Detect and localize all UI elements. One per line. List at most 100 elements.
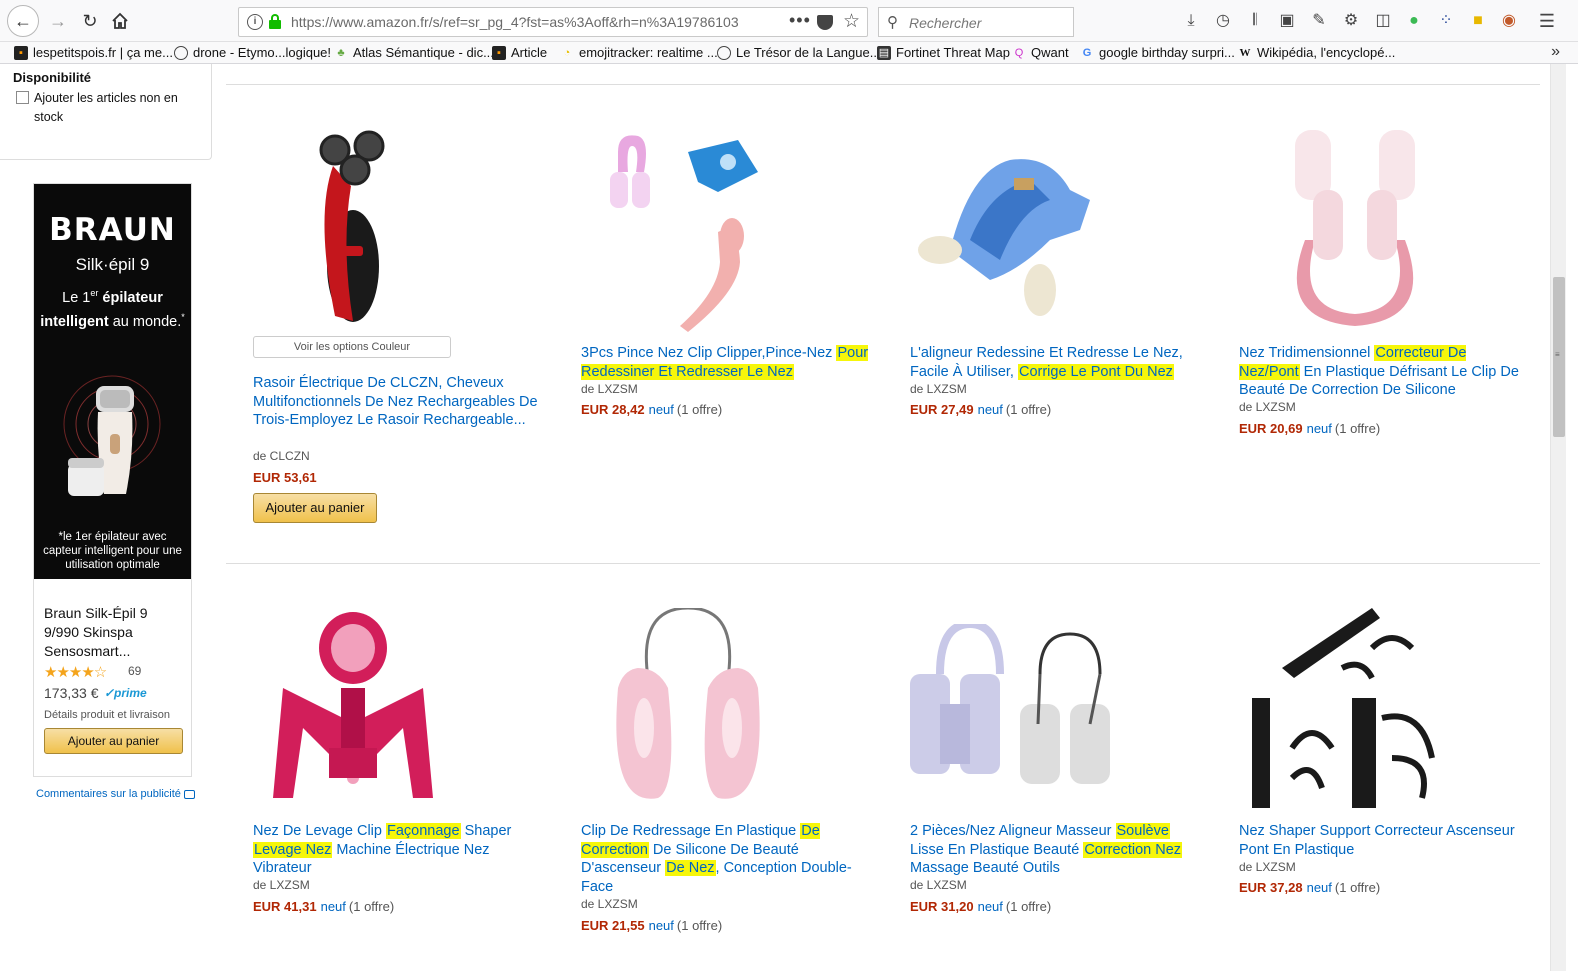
ad-details-link[interactable]: Détails produit et livraison xyxy=(44,709,170,721)
product-title[interactable]: Nez De Levage Clip Façonnage Shaper Leva… xyxy=(253,822,543,878)
product-image-nose-aligner[interactable] xyxy=(910,130,1110,330)
bookmark-item[interactable]: drone - Etymo...logique! xyxy=(174,45,331,60)
product-price-row: EUR 37,28 neuf (1 offre) xyxy=(1239,880,1380,895)
bookmark-favicon-icon: ▪ xyxy=(492,45,506,60)
product-price: EUR 27,49 xyxy=(910,402,974,417)
bookmark-star-icon[interactable]: ☆ xyxy=(843,10,860,33)
reload-button[interactable]: ↻ xyxy=(76,7,104,35)
ad-review-count[interactable]: 69 xyxy=(128,664,141,678)
title-text: Nez De Levage Clip xyxy=(253,823,386,839)
home-button[interactable] xyxy=(106,7,134,35)
bookmark-item[interactable]: Le Trésor de la Langue... xyxy=(717,45,881,60)
forward-button[interactable]: → xyxy=(44,7,72,35)
site-info-icon[interactable]: i xyxy=(247,14,263,30)
bookmark-label: drone - Etymo...logique! xyxy=(193,45,332,60)
highlighted-term: Corrige Le Pont Du Nez xyxy=(1017,363,1174,380)
address-bar[interactable]: i https://www.amazon.fr/s/ref=sr_pg_4?fs… xyxy=(238,7,868,37)
product-brand: de LXZSM xyxy=(910,878,967,892)
highlighted-term: Façonnage xyxy=(386,823,461,839)
product-image-silicone-corrector[interactable] xyxy=(1255,130,1455,330)
eyedropper-icon[interactable]: ✎ xyxy=(1310,12,1328,30)
product-brand: de LXZSM xyxy=(1239,860,1296,874)
condition-link[interactable]: neuf xyxy=(1307,421,1332,436)
product-price-row: EUR 53,61 xyxy=(253,470,317,485)
epilator-image xyxy=(63,375,161,496)
product-title[interactable]: 2 Pièces/Nez Aligneur Masseur Soulève Li… xyxy=(910,822,1200,878)
product-title[interactable]: L'aligneur Redessine Et Redresse Le Nez,… xyxy=(910,344,1200,381)
library-icon[interactable]: 𝄃 xyxy=(1246,12,1264,30)
ad-banner[interactable]: BRAUN Silk·épil 9 Le 1er épilateur intel… xyxy=(34,184,191,579)
product-brand: de LXZSM xyxy=(581,382,638,396)
product-title[interactable]: Nez Tridimensionnel Correcteur De Nez/Po… xyxy=(1239,344,1529,400)
lock-icon[interactable] xyxy=(269,14,281,30)
history-icon[interactable]: ◷ xyxy=(1214,12,1232,30)
out-of-stock-label[interactable]: Ajouter les articles non en stock xyxy=(34,89,194,127)
ad-model-name: Silk·épil 9 xyxy=(75,255,150,274)
availability-heading: Disponibilité xyxy=(13,70,91,85)
back-button[interactable]: ← xyxy=(7,5,39,37)
bookmark-item[interactable]: Q Qwant xyxy=(1012,45,1069,60)
ad-rating-stars[interactable]: ★★★★☆ xyxy=(44,663,107,681)
extension-color-icon[interactable]: ◉ xyxy=(1500,12,1518,30)
download-icon[interactable]: ⤓ xyxy=(1182,12,1200,30)
page-actions-icon[interactable]: ••• xyxy=(789,10,811,31)
bookmark-item[interactable]: ♣ Atlas Sémantique - dic... xyxy=(334,45,494,60)
title-text: Shaper xyxy=(460,823,512,839)
settings-icon[interactable]: ⚙ xyxy=(1342,12,1360,30)
search-bar[interactable]: ⚲ Rechercher xyxy=(878,7,1074,37)
extension-globe-icon[interactable]: ● xyxy=(1405,12,1423,30)
product-price: EUR 21,55 xyxy=(581,918,645,933)
page-scrollbar[interactable]: ≡ xyxy=(1550,64,1566,971)
product-brand: de LXZSM xyxy=(581,897,638,911)
offers-count: (1 offre) xyxy=(676,918,723,933)
reload-icon: ↻ xyxy=(82,10,98,31)
prime-badge: ✓prime xyxy=(104,686,147,700)
add-to-cart-button[interactable]: Ajouter au panier xyxy=(253,493,377,523)
product-image-nose-clips[interactable] xyxy=(588,132,788,332)
url-text[interactable]: https://www.amazon.fr/s/ref=sr_pg_4?fst=… xyxy=(291,14,791,30)
condition-link[interactable]: neuf xyxy=(1307,880,1332,895)
product-image-nose-aligner-set[interactable] xyxy=(910,624,1110,824)
bookmark-item[interactable]: Ggoogle birthday surpri... xyxy=(1080,45,1235,60)
bookmark-favicon-icon: ◔ xyxy=(563,46,571,59)
product-title[interactable]: 3Pcs Pince Nez Clip Clipper,Pince-Nez Po… xyxy=(581,344,871,381)
out-of-stock-checkbox[interactable] xyxy=(16,91,29,104)
sponsored-ad[interactable]: BRAUN Silk·épil 9 Le 1er épilateur intel… xyxy=(33,183,192,777)
sidebar-icon[interactable]: ◫ xyxy=(1374,12,1392,30)
product-image-nose-lifter[interactable] xyxy=(253,608,453,808)
condition-link[interactable]: neuf xyxy=(649,402,674,417)
page-content: Disponibilité Ajouter les articles non e… xyxy=(0,64,1578,971)
ad-price: 173,33 € xyxy=(44,685,99,701)
color-options-button[interactable]: Voir les options Couleur xyxy=(253,336,451,358)
ad-feedback-link[interactable]: Commentaires sur la publicité xyxy=(36,788,195,800)
bookmark-label: Fortinet Threat Map xyxy=(896,45,1010,60)
product-price-row: EUR 28,42 neuf (1 offre) xyxy=(581,402,722,417)
bookmark-item[interactable]: ▪ Article xyxy=(492,45,547,60)
extension-lock-icon[interactable]: ■ xyxy=(1469,12,1487,30)
menu-icon[interactable]: ☰ xyxy=(1538,12,1556,30)
bookmark-item[interactable]: ▤ Fortinet Threat Map xyxy=(877,45,1010,60)
condition-link[interactable]: neuf xyxy=(978,402,1003,417)
product-title[interactable]: Clip De Redressage En Plastique De Corre… xyxy=(581,822,871,896)
product-title[interactable]: Nez Shaper Support Correcteur Ascenseur … xyxy=(1239,822,1529,859)
offers-count: (1 offre) xyxy=(1334,421,1381,436)
condition-link[interactable]: neuf xyxy=(978,899,1003,914)
search-placeholder: Rechercher xyxy=(909,15,982,31)
condition-link[interactable]: neuf xyxy=(649,918,674,933)
bookmark-item[interactable]: W Wikipédia, l'encyclopé... xyxy=(1238,45,1396,60)
ad-add-to-cart-button[interactable]: Ajouter au panier xyxy=(44,728,183,754)
ad-product-title[interactable]: Braun Silk-Épil 9 9/990 Skinspa Sensosma… xyxy=(44,604,184,661)
product-image-shaver[interactable] xyxy=(253,126,453,326)
row-divider xyxy=(226,563,1540,564)
bookmark-item[interactable]: ◔ emojitracker: realtime ... xyxy=(560,45,718,60)
pocket-icon[interactable] xyxy=(817,15,833,30)
product-title[interactable]: Rasoir Électrique De CLCZN, Cheveux Mult… xyxy=(253,374,543,430)
product-image-nose-bridge-clip[interactable] xyxy=(588,608,788,808)
product-image-nose-shaper-support[interactable] xyxy=(1252,608,1452,808)
bookmark-item[interactable]: ▪ lespetitspois.fr | ça me... xyxy=(14,45,173,60)
screenshot-icon[interactable]: ▣ xyxy=(1278,12,1296,30)
extension-dots-icon[interactable]: ⁘ xyxy=(1437,12,1455,30)
highlighted-term: Levage Nez xyxy=(253,841,333,858)
condition-link[interactable]: neuf xyxy=(321,899,346,914)
bookmarks-overflow-icon[interactable]: » xyxy=(1551,43,1560,61)
